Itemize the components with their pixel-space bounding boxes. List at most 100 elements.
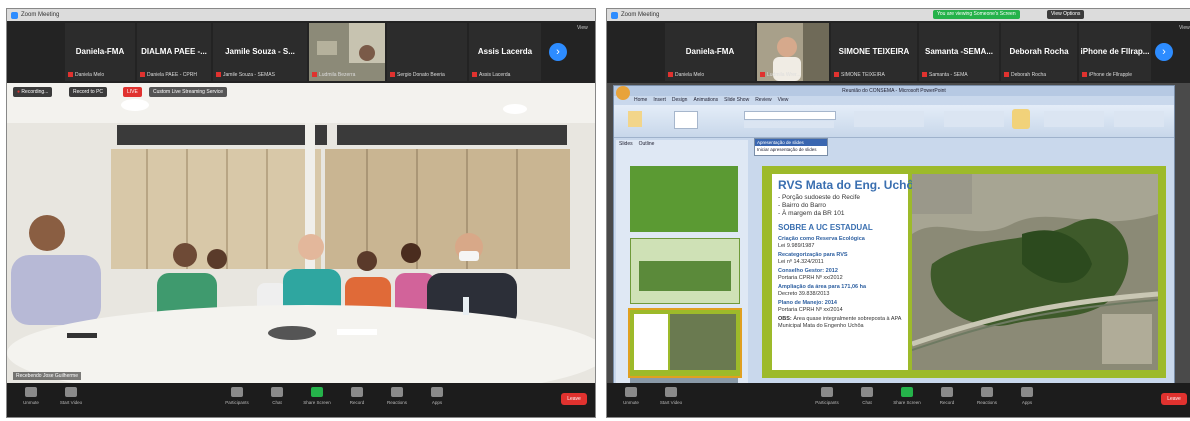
participant-label: Deborah Rocha — [1004, 72, 1046, 78]
participant-tile[interactable]: Samanta -SEMA... Samanta - SEMA — [919, 23, 999, 81]
share-banner: You are viewing Someone's Screen — [933, 10, 1020, 19]
ppt-title-bar: Reunião do CONSEMA - Microsoft PowerPoin… — [614, 86, 1174, 96]
camera-icon — [665, 387, 677, 397]
participant-tile[interactable]: Jamile Souza - S... Jamile Souza - SEMAS — [213, 23, 307, 81]
leave-button[interactable]: Leave — [561, 393, 587, 405]
slide-blocks: Criação como Reserva Ecológica Lei 9.989/… — [778, 236, 902, 329]
slide-thumbnail[interactable] — [630, 166, 738, 232]
drawing-group[interactable] — [944, 111, 1004, 127]
participant-name: Deborah Rocha — [1009, 47, 1069, 56]
reactions-button[interactable]: Reactions — [967, 387, 1007, 405]
start-video-button[interactable]: Start Video — [51, 387, 91, 405]
record-button[interactable]: Record — [927, 387, 967, 405]
reactions-icon — [981, 387, 993, 397]
record-to-pc-button[interactable]: Record to PC — [69, 87, 108, 97]
participant-tile-video[interactable]: Ludmila Wrer... — [757, 23, 829, 81]
participant-label: Assis Lacerda — [472, 72, 510, 78]
popup-item[interactable]: Iniciar apresentação de slides — [755, 146, 827, 153]
reactions-button[interactable]: Reactions — [377, 387, 417, 405]
live-badge: LIVE — [123, 87, 142, 97]
office-button-icon[interactable] — [616, 86, 630, 100]
apps-button[interactable]: Apps — [417, 387, 457, 405]
participant-tile[interactable]: iPhone de Fllrap... iPhone de Fllrapple — [1079, 23, 1151, 81]
participant-name: DIALMA PAEE -... — [141, 47, 207, 56]
recording-indicator[interactable]: ● Recording... — [13, 87, 53, 97]
participant-name: Samanta -SEMA... — [924, 47, 993, 56]
slide-text-box: RVS Mata do Eng. Uchôa - Porção sudoeste… — [772, 174, 921, 370]
zoom-logo-icon — [611, 11, 618, 19]
ribbon-tab[interactable]: Design — [672, 97, 688, 103]
slide-section: SOBRE A UC ESTADUAL — [778, 223, 873, 232]
participant-label: Sergio Donato Beeria — [390, 72, 445, 78]
zoom-logo-icon — [11, 11, 18, 19]
view-button[interactable]: View — [577, 25, 588, 31]
view-options-dropdown[interactable]: View Options — [1047, 10, 1085, 19]
participant-tile[interactable]: Daniela-FMA Daniela Melo — [65, 23, 135, 81]
ribbon-tab[interactable]: Animations — [693, 97, 718, 103]
leave-button[interactable]: Leave — [1161, 393, 1187, 405]
editing-group[interactable] — [1114, 111, 1164, 127]
live-stream-dropdown[interactable]: Custom Live Streaming Service — [149, 87, 228, 97]
aerial-map-image — [912, 174, 1158, 370]
ribbon-tab[interactable]: View — [778, 97, 789, 103]
record-button[interactable]: Record — [337, 387, 377, 405]
participant-tile[interactable]: Assis Lacerda Assis Lacerda — [469, 23, 541, 81]
new-slide-icon[interactable] — [674, 111, 698, 129]
ribbon-tab[interactable]: Review — [755, 97, 771, 103]
participant-tile[interactable]: Sergio Donato Beeria — [387, 23, 467, 81]
next-page-button[interactable]: › — [549, 43, 567, 61]
chat-button[interactable]: Chat — [847, 387, 887, 405]
font-format-row[interactable] — [744, 121, 834, 128]
participant-tile-video[interactable]: Ludmila Bezerra — [309, 23, 385, 81]
ribbon-tab[interactable]: Insert — [653, 97, 666, 103]
participant-tile[interactable]: Deborah Rocha Deborah Rocha — [1001, 23, 1077, 81]
participant-tile[interactable]: Daniela-FMA Daniela Melo — [665, 23, 755, 81]
chat-button[interactable]: Chat — [257, 387, 297, 405]
share-screen-icon — [901, 387, 913, 397]
chat-icon — [861, 387, 873, 397]
unmute-button[interactable]: Unmute — [611, 387, 651, 405]
reactions-icon — [391, 387, 403, 397]
record-icon — [941, 387, 953, 397]
ribbon-tab[interactable]: Home — [634, 97, 647, 103]
participants-button[interactable]: Participants — [807, 387, 847, 405]
ribbon-tab[interactable]: Slide Show — [724, 97, 749, 103]
participant-strip: Daniela-FMA Daniela Melo DIALMA PAEE -..… — [7, 21, 595, 83]
share-screen-button[interactable]: Share Screen — [297, 387, 337, 405]
shape-styles-group[interactable] — [1044, 111, 1104, 127]
popup-title: Apresentação de slides — [755, 139, 827, 146]
slide-thumbnail-selected[interactable] — [628, 308, 742, 378]
unmute-button[interactable]: Unmute — [11, 387, 51, 405]
participants-button[interactable]: Participants — [217, 387, 257, 405]
title-bar: Zoom Meeting — [7, 9, 595, 21]
meeting-toolbar: Unmute Start Video Participants Chat Sha… — [7, 383, 595, 417]
arrange-icon[interactable] — [1012, 109, 1030, 129]
font-name-box[interactable] — [744, 111, 836, 120]
slide-bullet: - Bairro do Barro — [778, 202, 827, 209]
slide-thumbnail[interactable] — [630, 238, 740, 304]
next-page-button[interactable]: › — [1155, 43, 1173, 61]
participant-name: Daniela-FMA — [685, 47, 735, 56]
slide-bullet: - À margem da BR 101 — [778, 210, 845, 217]
participants-icon — [231, 387, 243, 397]
zoom-window-left: Zoom Meeting Daniela-FMA Daniela Melo DI… — [6, 8, 596, 418]
slides-panel: Slides Outline — [616, 140, 748, 383]
participant-tile[interactable]: DIALMA PAEE -... Daniela PAEE - CPRH — [137, 23, 211, 81]
speaker-name-label: Recebendo Jose Guilherme — [13, 372, 81, 380]
microphone-icon — [25, 387, 37, 397]
meeting-toolbar: Unmute Start Video Participants Chat Sha… — [607, 383, 1190, 417]
paragraph-group[interactable] — [854, 111, 924, 127]
tab-outline[interactable]: Outline — [639, 141, 655, 147]
share-screen-button[interactable]: Share Screen — [887, 387, 927, 405]
view-button[interactable]: View — [1179, 25, 1190, 31]
participant-label: Daniela Melo — [668, 72, 704, 78]
tab-slides[interactable]: Slides — [619, 141, 633, 147]
start-video-button[interactable]: Start Video — [651, 387, 691, 405]
main-video: ● Recording... Record to PC LIVE Custom … — [7, 83, 595, 383]
participant-label: SIMONE TEIXEIRA — [834, 72, 885, 78]
apps-button[interactable]: Apps — [1007, 387, 1047, 405]
paste-icon[interactable] — [628, 111, 642, 127]
slide-title: RVS Mata do Eng. Uchôa — [778, 178, 921, 192]
shared-screen: Reunião do CONSEMA - Microsoft PowerPoin… — [607, 83, 1190, 383]
participant-tile[interactable]: SIMONE TEIXEIRA SIMONE TEIXEIRA — [831, 23, 917, 81]
